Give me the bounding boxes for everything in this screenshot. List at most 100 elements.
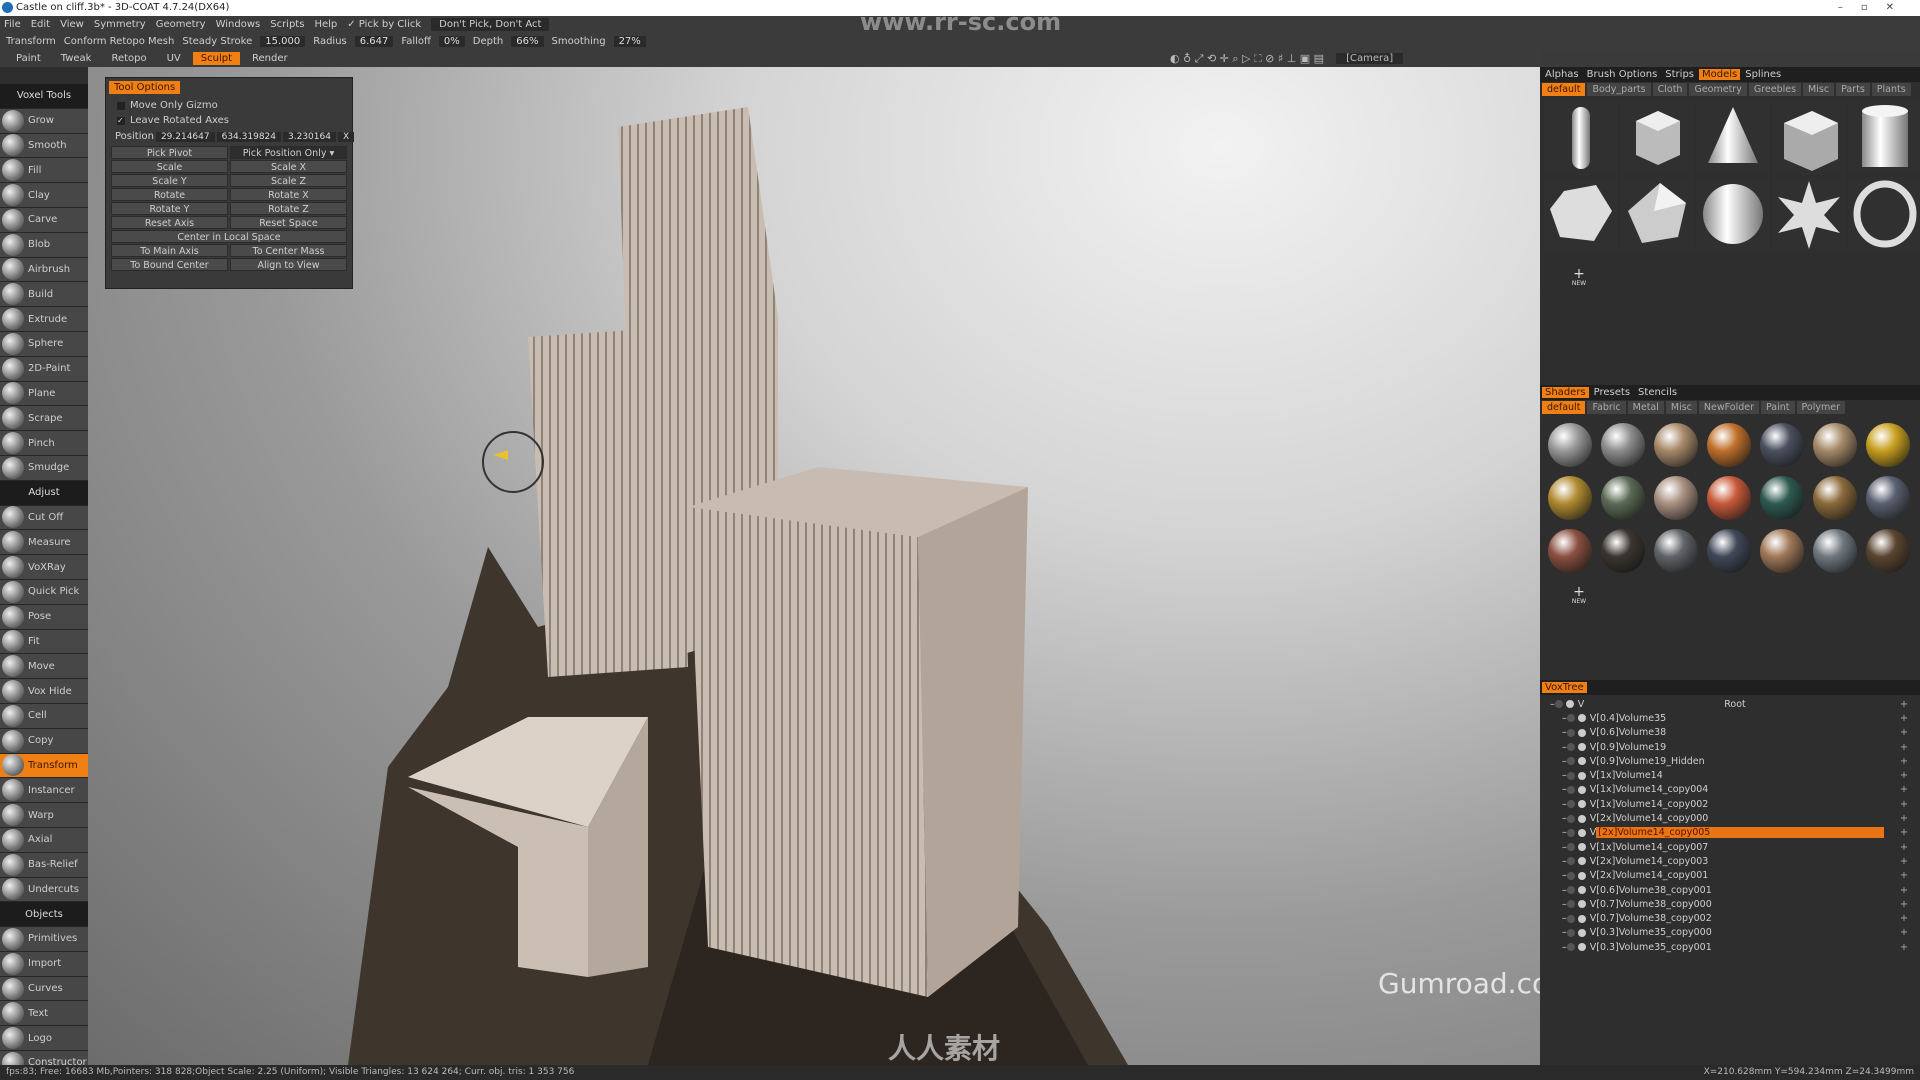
add-layer-icon[interactable]: + [1900,842,1908,853]
visibility-eye-icon[interactable] [1554,700,1563,709]
scale-zbutton[interactable]: Scale Z [230,174,347,187]
rotatebutton[interactable]: Rotate [111,188,228,201]
voxtree-item[interactable]: – V [1x]Volume14_copy002 + [1550,797,1920,811]
shader-swatch[interactable] [1862,419,1914,471]
tab-default[interactable]: default [1542,401,1586,414]
to-bound-centerbutton[interactable]: To Bound Center [111,258,228,271]
visibility-eye-icon[interactable] [1566,871,1575,880]
voxtree-item[interactable]: – V [0.3]Volume35_copy000 + [1550,926,1920,940]
menu-help[interactable]: Help [314,19,337,30]
leave-rotated-axes-checkbox[interactable]: ✓ Leave Rotated Axes [109,113,349,128]
model-torus[interactable] [1848,177,1920,251]
voxtree-root[interactable]: – V Root + [1550,697,1920,711]
tab-default[interactable]: default [1542,83,1586,96]
model-cone[interactable] [1696,101,1770,175]
voxtree-item[interactable]: – V [0.3]Volume35_copy001 + [1550,940,1920,954]
shader-swatch[interactable] [1703,419,1755,471]
room-tab-uv[interactable]: UV [159,52,189,65]
reset-axisbutton[interactable]: Reset Axis [111,216,228,229]
shader-swatch[interactable] [1650,472,1702,524]
radius-input[interactable]: 6.647 [354,36,394,47]
tab-newfolder[interactable]: NewFolder [1698,401,1759,414]
room-tab-sculpt[interactable]: Sculpt [192,52,241,65]
shader-swatch[interactable] [1650,419,1702,471]
tab-fabric[interactable]: Fabric [1587,401,1626,414]
tool-smudge[interactable]: Smudge [0,455,88,481]
tab-geometry[interactable]: Geometry [1689,83,1747,96]
voxtree-item[interactable]: – V [0.6]Volume38_copy001 + [1550,883,1920,897]
shader-swatch[interactable] [1544,472,1596,524]
tool-curves[interactable]: Curves [0,976,88,1002]
shader-swatch[interactable] [1703,472,1755,524]
tool-cell[interactable]: Cell [0,703,88,729]
tab-stencils[interactable]: Stencils [1635,387,1680,398]
menu-windows[interactable]: Windows [216,19,261,30]
tool-undercuts[interactable]: Undercuts [0,877,88,903]
new-model-button[interactable]: + NEW [1564,267,1594,289]
reset-spacebutton[interactable]: Reset Space [230,216,347,229]
add-layer-icon[interactable]: + [1900,856,1908,867]
conform-retopo-toggle[interactable]: Conform Retopo Mesh [64,36,175,47]
visibility-eye-icon[interactable] [1566,757,1575,766]
add-layer-icon[interactable]: + [1900,699,1908,710]
pick-pivotbutton[interactable]: Pick Pivot [111,146,228,159]
shader-swatch[interactable] [1756,419,1808,471]
tab-parts[interactable]: Parts [1836,83,1870,96]
voxtree-item[interactable]: – V [2x]Volume14_copy000 + [1550,811,1920,825]
voxtree-item[interactable]: – V [0.4]Volume35 + [1550,711,1920,725]
falloff-input[interactable]: 0% [438,36,465,47]
smoothing-input[interactable]: 27% [613,36,646,47]
pick-by-click-toggle[interactable]: ✓ Pick by Click [347,19,421,30]
tool-vox-hide[interactable]: Vox Hide [0,679,88,704]
tool-quick-pick[interactable]: Quick Pick [0,579,88,605]
shader-swatch[interactable] [1544,419,1596,471]
position-y-input[interactable]: 634.319824 [216,131,282,142]
tab-misc[interactable]: Misc [1665,401,1697,414]
model-star[interactable] [1772,177,1846,251]
add-layer-icon[interactable]: + [1900,727,1908,738]
tool-logo[interactable]: Logo [0,1026,88,1052]
visibility-eye-icon[interactable] [1566,914,1575,923]
model-capsule[interactable] [1544,101,1618,175]
scalebutton[interactable]: Scale [111,160,228,173]
scale-xbutton[interactable]: Scale X [230,160,347,173]
to-main-axisbutton[interactable]: To Main Axis [111,244,228,257]
tab-cloth[interactable]: Cloth [1652,83,1688,96]
tab-metal[interactable]: Metal [1627,401,1664,414]
tool-section-voxel-tools[interactable]: Voxel Tools [0,84,88,109]
tool-move[interactable]: Move [0,654,88,680]
tool-voxray[interactable]: VoXRay [0,555,88,580]
tool-2d-paint[interactable]: 2D-Paint [0,356,88,382]
menu-file[interactable]: File [4,19,21,30]
visibility-eye-icon[interactable] [1566,728,1575,737]
depth-input[interactable]: 66% [511,36,544,47]
room-tab-render[interactable]: Render [244,52,296,65]
center-in-local-spacebutton[interactable]: Center in Local Space [111,230,347,243]
tool-clay[interactable]: Clay [0,183,88,208]
voxtree-item[interactable]: – V [2x]Volume14_copy005 + [1550,826,1920,840]
voxtree-item[interactable]: – V [0.7]Volume38_copy002 + [1550,911,1920,925]
rotate-xbutton[interactable]: Rotate X [230,188,347,201]
align-to-viewbutton[interactable]: Align to View [230,258,347,271]
tab-shaders[interactable]: Shaders [1542,387,1589,398]
shader-swatch[interactable] [1703,525,1755,577]
tool-bas-relief[interactable]: Bas-Relief [0,852,88,878]
scale-ybutton[interactable]: Scale Y [111,174,228,187]
tab-brush-options[interactable]: Brush Options [1584,69,1661,80]
window-controls[interactable]: –▫✕ [1838,0,1912,16]
tool-extrude[interactable]: Extrude [0,307,88,332]
shader-swatch[interactable] [1597,525,1649,577]
shader-swatch[interactable] [1544,525,1596,577]
tool-warp[interactable]: Warp [0,803,88,828]
tab-presets[interactable]: Presets [1591,387,1633,398]
pick-mode-dropdown[interactable]: Don't Pick, Don't Act [431,18,550,31]
menu-scripts[interactable]: Scripts [270,19,304,30]
clear-position-button[interactable]: X [337,131,355,142]
tab-body_parts[interactable]: Body_parts [1587,83,1651,96]
tool-grow[interactable]: Grow [0,108,88,134]
tool-smooth[interactable]: Smooth [0,133,88,159]
visibility-eye-icon[interactable] [1566,928,1575,937]
move-only-gizmo-checkbox[interactable]: Move Only Gizmo [109,98,349,113]
position-x-input[interactable]: 29.214647 [155,131,215,142]
visibility-eye-icon[interactable] [1566,857,1575,866]
